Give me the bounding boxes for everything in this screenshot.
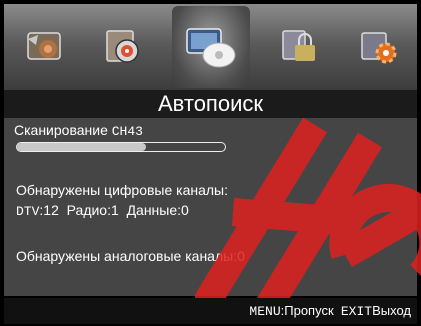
channel-icon[interactable] bbox=[171, 6, 250, 88]
digital-counts: DTV:12 Радио:1 Данные:0 bbox=[16, 202, 189, 219]
scan-panel: Сканирование CH43 Обнаружены цифровые ка… bbox=[4, 118, 417, 296]
lock-icon[interactable] bbox=[269, 17, 329, 77]
dtv-label: DTV bbox=[16, 204, 40, 219]
page-title: Автопоиск bbox=[4, 90, 417, 118]
dtv-count: :12 bbox=[39, 202, 59, 218]
exit-hint[interactable]: Выход bbox=[372, 303, 411, 318]
menu-icon-bar bbox=[4, 4, 417, 90]
exit-key: EXIT bbox=[340, 304, 373, 319]
scan-channel: CH43 bbox=[111, 124, 143, 139]
analog-heading: Обнаружены аналоговые каналы:0 bbox=[16, 248, 245, 264]
menu-key: MENU bbox=[249, 304, 281, 319]
sound-icon[interactable] bbox=[93, 17, 153, 77]
scan-status: Сканирование CH43 bbox=[14, 122, 143, 139]
scan-progress-fill bbox=[17, 143, 146, 151]
picture-icon[interactable] bbox=[14, 17, 74, 77]
footer-hints: MENU:Пропуск EXITВыход bbox=[249, 298, 411, 325]
setup-icon[interactable] bbox=[348, 17, 408, 77]
data-count: Данные:0 bbox=[126, 202, 189, 218]
scan-label: Сканирование bbox=[14, 122, 108, 138]
digital-heading: Обнаружены цифровые каналы: bbox=[16, 182, 229, 198]
menu-skip-hint[interactable]: :Пропуск bbox=[281, 303, 334, 318]
scan-progress-bar bbox=[16, 142, 226, 152]
radio-count: Радио:1 bbox=[66, 202, 119, 218]
footer-bar: MENU:Пропуск EXITВыход bbox=[4, 298, 417, 324]
